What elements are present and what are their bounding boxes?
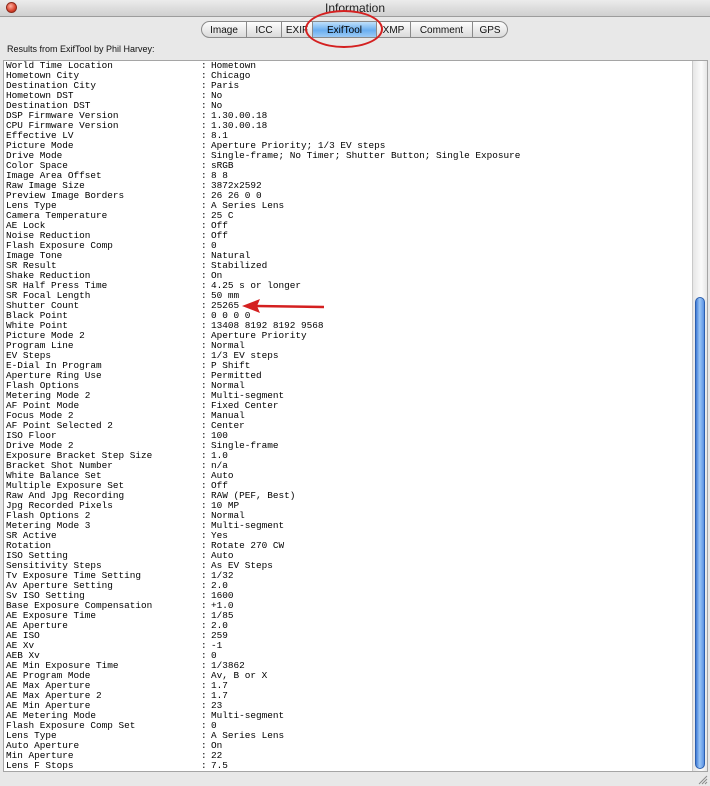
tab-comment[interactable]: Comment [411,21,473,38]
metadata-value: Multi-segment [211,710,285,721]
title-bar[interactable]: Information [0,0,710,17]
tab-exiftool[interactable]: ExifTool [313,21,377,38]
bottom-bar [0,774,710,786]
tab-icc[interactable]: ICC [247,21,282,38]
scrollbar-thumb[interactable] [695,297,705,769]
tab-gps[interactable]: GPS [473,21,508,38]
window-title: Information [324,1,386,15]
metadata-separator: : [201,760,207,771]
resize-grip-icon[interactable] [698,775,708,785]
vertical-scrollbar[interactable] [692,61,707,771]
metadata-value: 7.5 [211,760,228,771]
tab-bar: Image ICC EXIF ExifTool XMP Comment GPS [201,21,508,38]
results-text-area[interactable]: World Time Location: Hometown Hometown Cit… [3,60,708,772]
tab-xmp[interactable]: XMP [377,21,411,38]
results-label: Results from ExifTool by Phil Harvey: [7,44,155,54]
tab-exif[interactable]: EXIF [282,21,313,38]
metadata-key: Lens F Stops [6,760,74,771]
tab-image[interactable]: Image [201,21,247,38]
metadata-value: Single-frame; No Timer; Shutter Button; … [211,150,521,161]
